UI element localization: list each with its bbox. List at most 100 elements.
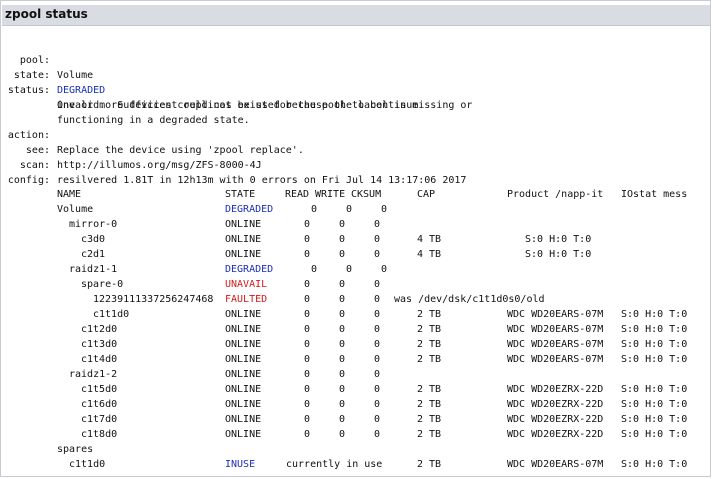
header-cap: CAP bbox=[417, 189, 436, 200]
row-cksum: 0 bbox=[374, 309, 381, 320]
row-write: 0 bbox=[339, 339, 346, 350]
row-name: c1t8d0 bbox=[81, 429, 118, 440]
row-state: DEGRADED bbox=[225, 264, 274, 275]
row-product: WDC WD20EARS-07M bbox=[507, 339, 604, 350]
row-state: ONLINE bbox=[225, 369, 262, 380]
row-state: ONLINE bbox=[225, 399, 262, 410]
row-write: 0 bbox=[346, 264, 353, 275]
row-write: 0 bbox=[339, 429, 346, 440]
row-cksum: 0 bbox=[374, 369, 381, 380]
row-cksum: 0 bbox=[374, 384, 381, 395]
row-name: mirror-0 bbox=[69, 219, 118, 230]
scan-value: resilvered 1.81T in 12h13m with 0 errors… bbox=[57, 175, 467, 186]
row-cksum: 0 bbox=[374, 414, 381, 425]
row-state: ONLINE bbox=[225, 219, 262, 230]
row-cksum: 0 bbox=[374, 354, 381, 365]
row-state: ONLINE bbox=[225, 234, 262, 245]
row-cap: 4 TB bbox=[417, 249, 442, 260]
row-read: 0 bbox=[304, 279, 311, 290]
see-line: see: http://illumos.org/msg/ZFS-8000-4J bbox=[1, 128, 262, 171]
table-header: NAME STATE READ WRITE CKSUM CAP Product … bbox=[1, 187, 687, 202]
row-write: 0 bbox=[339, 324, 346, 335]
row-cksum: 0 bbox=[374, 249, 381, 260]
row-state: ONLINE bbox=[225, 384, 262, 395]
row-write: 0 bbox=[339, 369, 346, 380]
header-name: NAME bbox=[57, 189, 82, 200]
row-write: 0 bbox=[339, 414, 346, 425]
header-iostat: IOstat mess bbox=[621, 189, 688, 200]
row-cap: 2 TB bbox=[417, 309, 442, 320]
row-state: UNAVAIL bbox=[225, 279, 268, 290]
row-write: 0 bbox=[346, 204, 353, 215]
row-read: 0 bbox=[304, 309, 311, 320]
row-name: c1t5d0 bbox=[81, 384, 118, 395]
row-name: 1223911133725624746​8 bbox=[93, 294, 214, 305]
row-cap: 2 TB bbox=[417, 399, 442, 410]
row-name: c1t1d0 bbox=[69, 459, 106, 470]
row-product: S:0 H:0 T:0 bbox=[525, 234, 592, 245]
row-state: ONLINE bbox=[225, 324, 262, 335]
row-iostat: S:0 H:0 T:0 bbox=[621, 324, 688, 335]
row-iostat: S:0 H:0 T:0 bbox=[621, 429, 688, 440]
see-link[interactable]: http://illumos.org/msg/ZFS-8000-4J bbox=[57, 158, 262, 173]
row-product: WDC WD20EARS-07M bbox=[507, 309, 604, 320]
row-name: c1t3d0 bbox=[81, 339, 118, 350]
row-cap: 2 TB bbox=[417, 384, 442, 395]
row-name: c1t7d0 bbox=[81, 414, 118, 425]
action-value: Replace the device using 'zpool replace'… bbox=[57, 145, 304, 156]
row-read: 0 bbox=[304, 399, 311, 410]
row-product: WDC WD20EZRX-22D bbox=[507, 414, 604, 425]
row-iostat: S:0 H:0 T:0 bbox=[621, 384, 688, 395]
row-state: ONLINE bbox=[225, 249, 262, 260]
row-cksum: 0 bbox=[374, 219, 381, 230]
header-read: READ bbox=[285, 189, 310, 200]
row-cap: 2 TB bbox=[417, 429, 442, 440]
row-cap: 2 TB bbox=[417, 339, 442, 350]
row-state: DEGRADED bbox=[225, 204, 274, 215]
status-line-2: invalid. Sufficient replicas exist for t… bbox=[1, 83, 418, 111]
row-iostat: S:0 H:0 T:0 bbox=[621, 414, 688, 425]
config-line: config: bbox=[1, 158, 50, 186]
panel-title: zpool status bbox=[5, 7, 88, 21]
row-write: 0 bbox=[339, 234, 346, 245]
panel-titlebar: zpool status bbox=[2, 5, 710, 26]
config-table: NAME STATE READ WRITE CKSUM CAP Product … bbox=[1, 187, 711, 477]
row-cksum: 0 bbox=[374, 339, 381, 350]
row-cap: 2 TB bbox=[417, 414, 442, 425]
row-state: ONLINE bbox=[225, 339, 262, 350]
row-write: 0 bbox=[339, 219, 346, 230]
row-state: ONLINE bbox=[225, 414, 262, 425]
row-cap: 2 TB bbox=[417, 354, 442, 365]
row-read: 0 bbox=[304, 234, 311, 245]
row-name: raidz1-1 bbox=[69, 264, 118, 275]
scan-line: scan: resilvered 1.81T in 12h13m with 0 … bbox=[1, 143, 467, 186]
row-note: currently in use bbox=[286, 459, 383, 470]
row-cap: was /dev/dsk/c1t1d0s0/old bbox=[394, 294, 545, 305]
row-product: S:0 H:0 T:0 bbox=[525, 249, 592, 260]
state-value: DEGRADED bbox=[57, 85, 106, 96]
row-write: 0 bbox=[339, 354, 346, 365]
row-state: ONLINE bbox=[225, 429, 262, 440]
row-product: WDC WD20EZRX-22D bbox=[507, 384, 604, 395]
row-read: 0 bbox=[311, 264, 318, 275]
row-product: WDC WD20EARS-07M bbox=[507, 459, 604, 470]
row-state: INUSE bbox=[225, 459, 256, 470]
header-cksum: CKSUM bbox=[351, 189, 382, 200]
action-line: action: Replace the device using 'zpool … bbox=[1, 113, 304, 156]
row-cap: 2 TB bbox=[417, 324, 442, 335]
row-write: 0 bbox=[339, 279, 346, 290]
row-cksum: 0 bbox=[381, 264, 388, 275]
state-line: state: DEGRADED bbox=[1, 53, 105, 96]
pool-line: pool: Volume bbox=[1, 38, 93, 81]
row-cksum: 0 bbox=[374, 294, 381, 305]
row-state: ONLINE bbox=[225, 309, 262, 320]
row-cap: 2 TB bbox=[417, 459, 442, 470]
header-write: WRITE bbox=[315, 189, 346, 200]
status-line-3: functioning in a degraded state. bbox=[1, 98, 250, 126]
header-state: STATE bbox=[225, 189, 256, 200]
row-write: 0 bbox=[339, 384, 346, 395]
pool-value: Volume bbox=[57, 70, 94, 81]
row-name: c1t2d0 bbox=[81, 324, 118, 335]
row-cap: 4 TB bbox=[417, 234, 442, 245]
row-cksum: 0 bbox=[374, 234, 381, 245]
